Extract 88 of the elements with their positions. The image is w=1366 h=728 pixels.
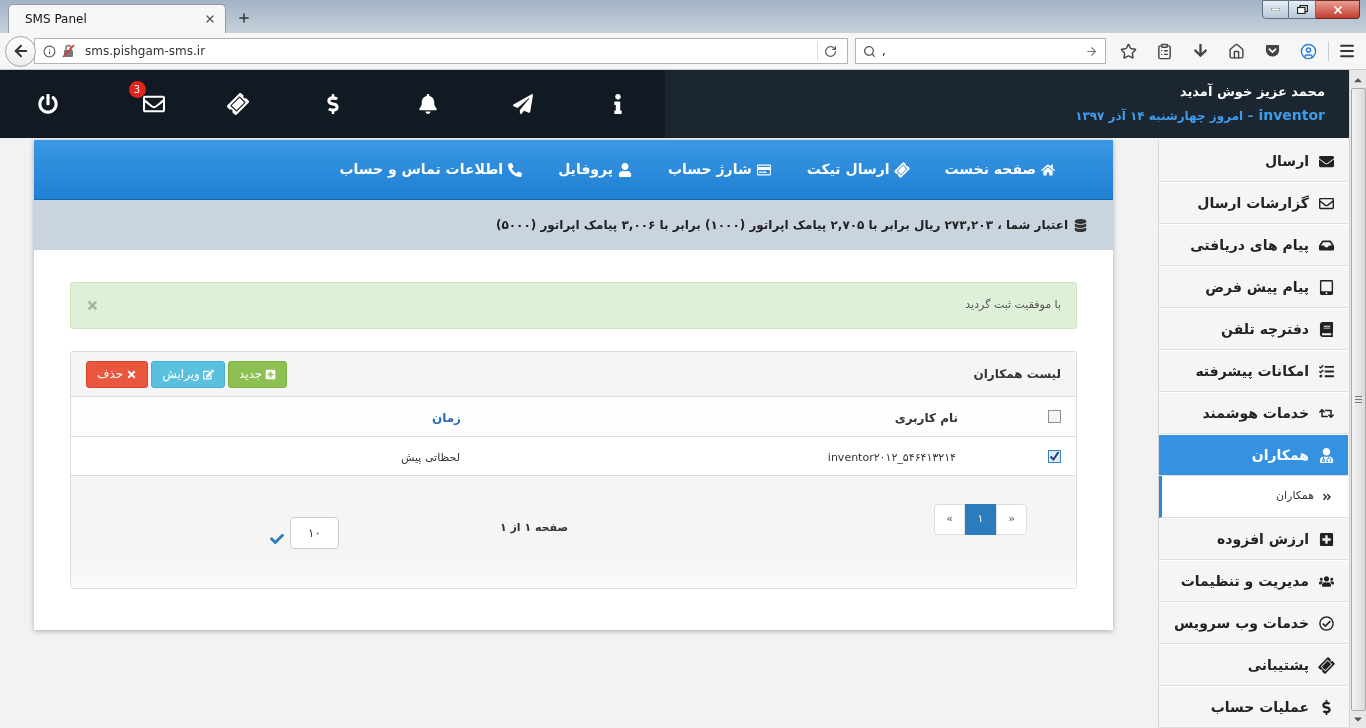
sidebar-item[interactable]: عملیات حساب [1159,686,1348,728]
page-button[interactable]: ۱ [965,504,996,535]
list-icon [1319,363,1334,379]
star-icon[interactable] [1119,42,1137,60]
envelope-icon [1319,153,1334,169]
close-icon [126,368,138,380]
go-arrow-icon[interactable] [1085,44,1098,58]
sidebar-item[interactable]: گزارشات ارسال [1159,182,1348,224]
pocket-icon[interactable] [1264,42,1280,58]
double-chevron-icon [1322,491,1332,502]
search-value: , [882,43,886,60]
nav-link[interactable]: صفحه نخست [944,159,1055,180]
envelope-icon [1319,195,1334,211]
delete-button[interactable]: حذف [86,360,149,388]
reload-icon[interactable] [824,44,837,58]
bell-icon[interactable] [417,94,438,114]
envelope-icon[interactable] [142,93,165,115]
user-icon [1319,447,1334,463]
minimize-icon [1271,8,1280,11]
date-text: – امروز چهارشنبه ۱۴ آذر ۱۳۹۷ [1075,107,1254,126]
account-icon[interactable] [1299,42,1317,60]
edit-icon [202,368,214,380]
back-button[interactable] [5,35,36,67]
column-header: نام کاربری [894,410,958,425]
nav-link[interactable]: اطلاعات تماس و حساب [339,159,523,180]
paper-plane-icon[interactable] [512,94,533,114]
sidebar-item[interactable]: ارسال [1159,140,1348,182]
nav-link[interactable]: پروفایل [558,159,632,180]
welcome-text: محمد عزیز خوش آمدید [1179,82,1325,101]
sidebar-item[interactable]: دفترچه تلفن [1159,308,1348,350]
close-button[interactable] [1316,0,1360,19]
page-size-value: ۱۰ [308,525,321,542]
sidebar-item[interactable]: امکانات پیشرفته [1159,350,1348,392]
table-cell: inventor۲۰۱۲_۵۴۶۴۱۳۲۱۴ [827,451,956,464]
download-icon[interactable] [1192,42,1208,58]
close-icon [1331,3,1344,16]
search-icon [863,44,876,58]
menu-icon[interactable] [1338,42,1356,60]
book-icon [1319,321,1334,337]
search-field[interactable]: , [855,38,1106,64]
tablet-icon [1319,279,1334,295]
home-icon [1041,162,1055,177]
address-field[interactable]: sms.pishgam-sms.ir [34,38,848,64]
page-info: صفحه ۱ از ۱ [499,520,569,536]
sidebar-item[interactable]: خدمات وب سرویس [1159,602,1348,644]
users-icon [1319,573,1334,589]
sidebar-item[interactable]: خدمات هوشمند [1159,392,1348,434]
username-text: inventor [1258,106,1325,126]
phone-icon [508,162,523,177]
plus-icon [1319,531,1334,547]
nav-link[interactable]: ارسال تیکت [806,159,909,180]
panel-title: لیست همکاران [973,366,1061,383]
database-icon [1074,218,1087,232]
minimize-button[interactable] [1262,0,1289,19]
table-cell: لحظاتی پیش [401,451,460,464]
page-button[interactable]: » [996,504,1027,535]
info-icon[interactable] [43,44,56,58]
new-tab-icon[interactable] [237,11,251,25]
url-text: sms.pishgam-sms.ir [85,43,206,60]
checkbox[interactable] [1048,449,1061,463]
sidebar-item[interactable]: پشتیبانی [1159,644,1348,686]
crossed-lock-icon[interactable] [62,44,75,58]
ticket-icon [891,159,912,180]
credit-text: اعتبار شما ، ۲۷۳,۲۰۳ ریال برابر با ۲,۷۰۵ پیامک اپراتور (۱۰۰۰) برابر با ۳,۰۰۶ پیامک اپراتور (۵۰۰۰) [495,217,1068,234]
restore-icon [1296,5,1308,14]
browser-tab[interactable]: SMS Panel [8,4,226,33]
sidebar-item[interactable]: ارزش افزوده [1159,518,1348,560]
credit-card-icon [756,162,771,177]
column-header-link[interactable]: زمان [431,410,461,425]
user-icon [618,162,632,177]
sidebar-subitem[interactable]: همکاران [1159,476,1348,518]
alert-message: با موفقیت ثبت گردید [965,297,1061,314]
sidebar-item[interactable]: پیام پیش فرض [1159,266,1348,308]
restore-button[interactable] [1289,0,1316,19]
grip-icon [1354,396,1362,403]
page-button[interactable]: « [934,504,965,535]
notification-badge: 3 [128,81,146,98]
power-icon[interactable] [37,94,58,114]
nav-link[interactable]: شارژ حساب [668,159,771,180]
plus-icon [265,368,277,380]
sidebar-item[interactable]: پیام های دریافتی [1159,224,1348,266]
check-icon[interactable] [270,532,284,546]
sidebar-item[interactable]: مدیریت و تنظیمات [1159,560,1348,602]
close-icon[interactable] [204,13,216,25]
checkbox[interactable] [1048,410,1061,423]
home-icon[interactable] [1227,42,1245,60]
page-size-field[interactable]: ۱۰ [290,517,339,549]
clipboard-icon[interactable] [1155,42,1173,60]
